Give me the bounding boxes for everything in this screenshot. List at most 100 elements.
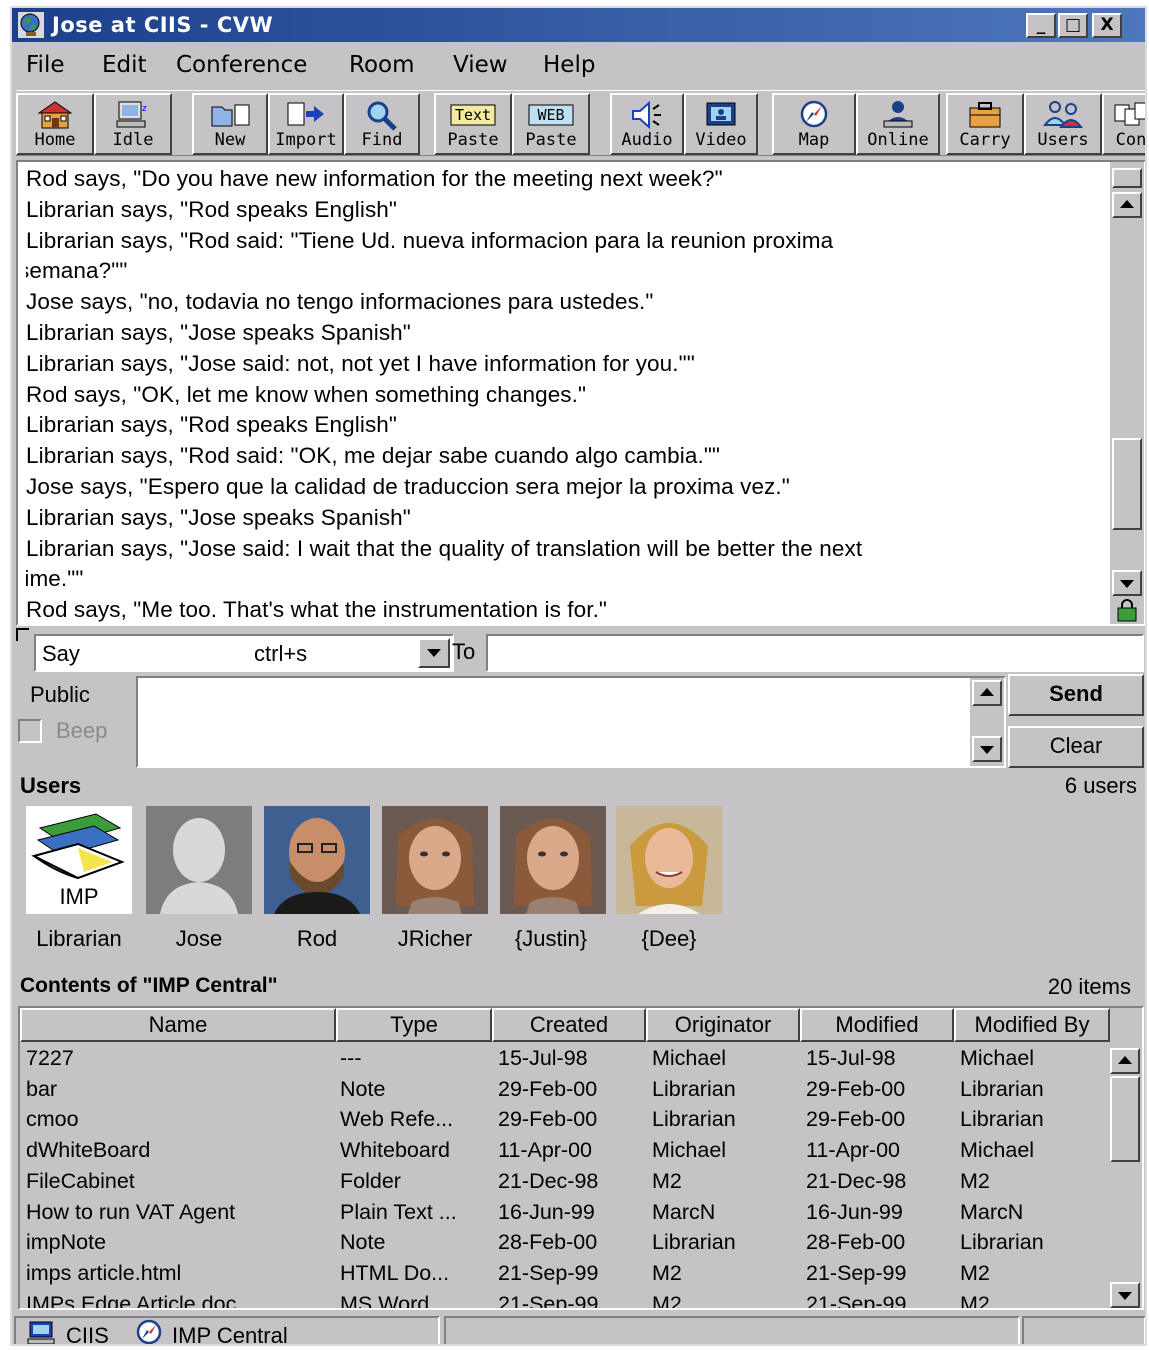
- compass-icon: [800, 100, 828, 128]
- resize-corner-icon[interactable]: [16, 628, 32, 642]
- arrow-down-icon: [1118, 1292, 1132, 1300]
- arrow-up-icon: [980, 688, 994, 696]
- message-input[interactable]: [136, 676, 1006, 768]
- message-scrollbar[interactable]: [970, 678, 1004, 766]
- table-cell: MS Word: [340, 1291, 430, 1310]
- users-button[interactable]: Users: [1024, 93, 1102, 155]
- dee-photo: [616, 806, 722, 914]
- table-row[interactable]: 7227 --- 15-Jul-98 Michael 15-Jul-98 Michael: [20, 1044, 1110, 1075]
- avatar-jricher[interactable]: [382, 806, 488, 914]
- scroll-down-button[interactable]: [1112, 570, 1142, 596]
- avatar-justin[interactable]: [500, 806, 606, 914]
- table-row[interactable]: impNote Note 28-Feb-00 Librarian 28-Feb-00 Li…: [20, 1228, 1110, 1259]
- column-header-name[interactable]: Name: [20, 1008, 336, 1042]
- toolbar: Home z Idle New Import Find Text Paste W…: [16, 90, 1145, 156]
- message-scroll-down[interactable]: [972, 736, 1002, 762]
- table-cell: 29-Feb-00: [806, 1107, 906, 1132]
- arrow-up-icon: [1118, 1056, 1132, 1064]
- import-button[interactable]: Import: [268, 93, 344, 155]
- table-scrollbar[interactable]: [1108, 1044, 1142, 1308]
- transcript-line: Librarian says, "Rod speaks English": [26, 412, 398, 438]
- table-cell: impNote: [26, 1230, 107, 1255]
- table-row[interactable]: IMPs Edge Article.doc MS Word 21-Sep-99 M2 2…: [20, 1290, 1110, 1310]
- menu-view[interactable]: View: [453, 52, 508, 78]
- computer-icon: [27, 1321, 55, 1344]
- say-mode-select[interactable]: Say ctrl+s: [34, 634, 454, 672]
- send-button[interactable]: Send: [1008, 674, 1144, 716]
- column-header-modified[interactable]: Modified: [800, 1008, 954, 1042]
- table-scroll-up[interactable]: [1110, 1048, 1140, 1074]
- table-row[interactable]: cmoo Web Refe... 29-Feb-00 Librarian 29-Feb-…: [20, 1105, 1110, 1136]
- globe-app-icon: [18, 12, 44, 38]
- transcript-scrollbar[interactable]: [1110, 162, 1144, 624]
- table-row[interactable]: How to run VAT Agent Plain Text ... 16-Jun…: [20, 1198, 1110, 1229]
- column-header-modified-by[interactable]: Modified By: [954, 1008, 1110, 1042]
- avatar-rod[interactable]: [264, 806, 370, 914]
- scroll-corner-button[interactable]: [1112, 168, 1142, 188]
- column-header-created[interactable]: Created: [492, 1008, 646, 1042]
- minimize-button[interactable]: _: [1026, 13, 1056, 38]
- video-button[interactable]: Video: [684, 93, 758, 155]
- table-scroll-down[interactable]: [1110, 1282, 1140, 1308]
- new-folder-icon: [211, 104, 250, 127]
- find-button[interactable]: Find: [344, 93, 420, 155]
- menu-room[interactable]: Room: [349, 52, 415, 78]
- table-cell: 21-Dec-98: [498, 1168, 599, 1193]
- beep-checkbox[interactable]: [18, 719, 42, 743]
- say-shortcut: ctrl+s: [254, 641, 308, 666]
- user-name-librarian: Librarian: [36, 926, 122, 951]
- avatar-jose[interactable]: [146, 806, 252, 914]
- text-paste-icon: Text: [450, 104, 496, 126]
- user-name-jose: Jose: [175, 926, 223, 951]
- audio-button[interactable]: Audio: [610, 93, 684, 155]
- menu-conference[interactable]: Conference: [176, 52, 307, 78]
- close-button[interactable]: X: [1092, 13, 1122, 38]
- table-cell: Librarian: [652, 1107, 736, 1132]
- carry-button[interactable]: Carry: [946, 93, 1024, 155]
- arrow-down-icon: [1120, 580, 1134, 588]
- home-button[interactable]: Home: [16, 93, 94, 155]
- menu-help[interactable]: Help: [543, 52, 595, 78]
- table-row[interactable]: bar Note 29-Feb-00 Librarian 29-Feb-00 Librar…: [20, 1075, 1110, 1106]
- menu-file[interactable]: File: [26, 52, 65, 78]
- column-header-originator[interactable]: Originator: [646, 1008, 800, 1042]
- new-button[interactable]: New: [192, 93, 268, 155]
- table-row[interactable]: FileCabinet Folder 21-Dec-98 M2 21-Dec-98 M2: [20, 1167, 1110, 1198]
- avatar-librarian[interactable]: IMP: [26, 806, 132, 914]
- idle-label: Idle: [112, 130, 154, 150]
- app-window: Jose at CIIS - CVW _ □ X File Edit Confe…: [10, 6, 1147, 1346]
- table-cell: 28-Feb-00: [498, 1230, 598, 1255]
- online-button[interactable]: Online: [856, 93, 940, 155]
- table-cell: Web Refe...: [340, 1107, 454, 1132]
- table-cell: 29-Feb-00: [498, 1076, 598, 1101]
- maximize-button[interactable]: □: [1058, 13, 1088, 38]
- title-bar[interactable]: Jose at CIIS - CVW _ □ X: [12, 8, 1145, 42]
- column-header-type[interactable]: Type: [336, 1008, 492, 1042]
- table-cell: Plain Text ...: [340, 1199, 457, 1224]
- table-row[interactable]: dWhiteBoard Whiteboard 11-Apr-00 Michael 11-…: [20, 1136, 1110, 1167]
- table-rows: 7227 --- 15-Jul-98 Michael 15-Jul-98 Michael b…: [20, 1044, 1110, 1310]
- message-scroll-up[interactable]: [972, 680, 1002, 706]
- conference-button[interactable]: Con: [1102, 93, 1145, 155]
- justin-photo: [500, 806, 606, 914]
- avatar-dee[interactable]: [616, 806, 722, 914]
- idle-button[interactable]: z Idle: [94, 93, 172, 155]
- lock-icon[interactable]: [1114, 598, 1140, 624]
- to-recipient-field[interactable]: [486, 634, 1144, 672]
- menu-bar: File Edit Conference Room View Help: [12, 46, 1145, 82]
- table-row[interactable]: imps article.html HTML Do... 21-Sep-99 M2 21…: [20, 1259, 1110, 1290]
- beep-option[interactable]: Beep: [18, 718, 107, 744]
- contents-heading: Contents of "IMP Central": [20, 974, 278, 997]
- map-button[interactable]: Map: [772, 93, 856, 155]
- scroll-up-button[interactable]: [1112, 192, 1142, 218]
- web-paste-button[interactable]: WEB Paste: [512, 93, 590, 155]
- text-paste-button[interactable]: Text Paste: [434, 93, 512, 155]
- table-scroll-thumb[interactable]: [1110, 1076, 1140, 1162]
- menu-edit[interactable]: Edit: [102, 52, 147, 78]
- clear-button[interactable]: Clear: [1008, 726, 1144, 768]
- say-dropdown-button[interactable]: [418, 638, 450, 668]
- transcript-scroll-thumb[interactable]: [1112, 438, 1142, 530]
- chat-transcript[interactable]: Rod says, "Do you have new information f…: [16, 160, 1145, 626]
- user-name-dee: {Dee}: [641, 926, 697, 951]
- transcript-line: Librarian says, "Jose speaks Spanish": [26, 504, 411, 530]
